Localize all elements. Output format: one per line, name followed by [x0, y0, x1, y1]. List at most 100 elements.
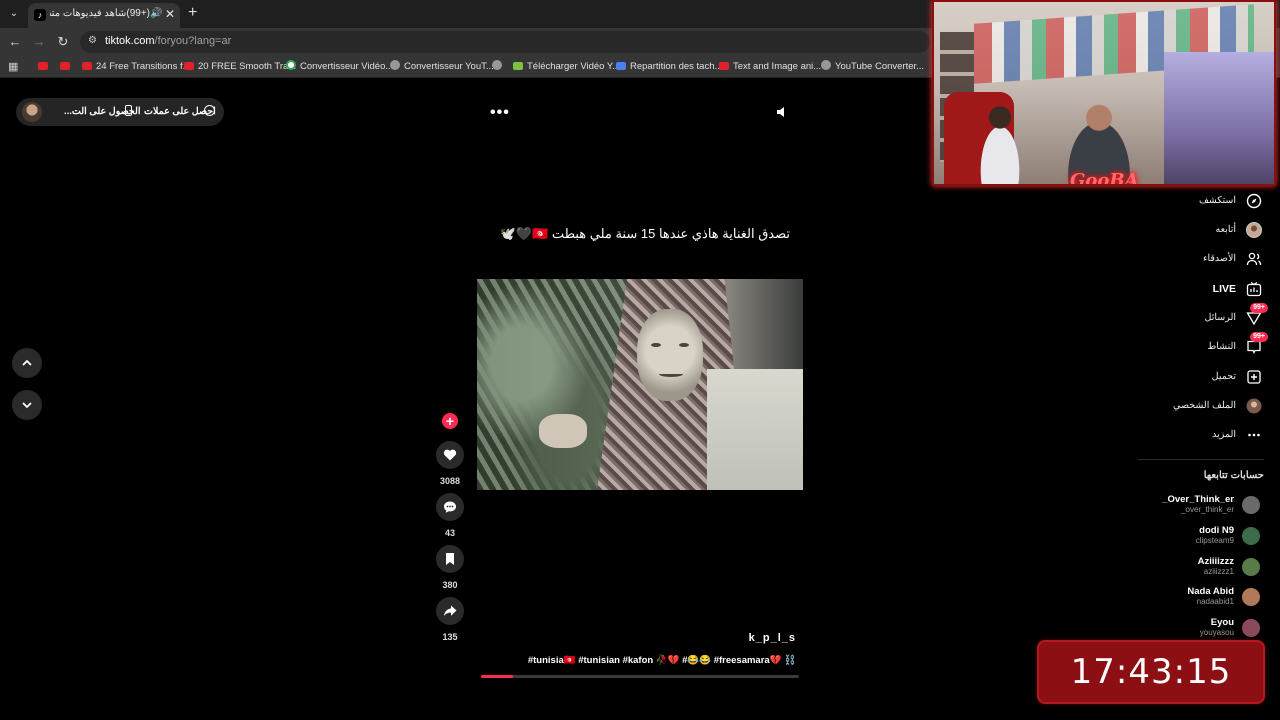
sidebar-item-profile[interactable]: الملف الشخصي: [1150, 396, 1270, 416]
sidebar-item-upload[interactable]: تحميل: [1150, 367, 1270, 387]
account-handle: aziiizzz1: [1203, 567, 1234, 576]
webcam-person: [970, 102, 1030, 184]
bookmark-item[interactable]: [60, 60, 74, 74]
site-icon: [390, 60, 400, 70]
avatar: [1242, 588, 1260, 606]
following-account[interactable]: dodi N9 clipsteam9: [1140, 525, 1266, 549]
tab-title: (+99)شاهد فيديوهات متصدر: [50, 8, 150, 19]
bookmark-item[interactable]: Convertisseur Vidéo...: [286, 60, 393, 74]
apps-grid-icon[interactable]: ▦: [8, 61, 20, 73]
avatar[interactable]: [22, 102, 42, 122]
bookmark-item[interactable]: 24 Free Transitions f...: [82, 60, 191, 74]
compass-icon: [1246, 193, 1262, 209]
sidebar-item-following[interactable]: أتابعه: [1150, 220, 1270, 240]
video-author[interactable]: k_p_l_s: [740, 632, 796, 644]
more-options-icon[interactable]: •••: [490, 104, 510, 122]
sidebar-item-label: الرسائل: [1204, 312, 1236, 323]
sidebar-item-label: النشاط: [1207, 341, 1236, 352]
sidebar-item-messages[interactable]: الرسائل 99+: [1150, 303, 1270, 328]
video-hand: [539, 414, 587, 448]
sidebar-item-label: أتابعه: [1215, 224, 1237, 235]
tab-search-chevron-icon[interactable]: ⌄: [6, 6, 22, 22]
avatar: [1242, 496, 1260, 514]
clock-time: 17:43:15: [1070, 652, 1232, 692]
video-player[interactable]: [477, 279, 803, 490]
forward-arrow-icon[interactable]: →: [31, 34, 47, 50]
get-app-coins-pill: الحصول على الت... احصل على عملات: [16, 98, 224, 126]
sidebar-item-label: المزيد: [1212, 429, 1236, 440]
live-icon: [1246, 281, 1262, 297]
account-name: _Over_Think_er: [1162, 494, 1234, 505]
following-account[interactable]: Aziiiizzz aziiizzz1: [1140, 556, 1266, 580]
follow-plus-button[interactable]: +: [442, 413, 458, 429]
chevron-down-icon: [22, 402, 32, 409]
bookmark-item[interactable]: YouTube Converter...: [821, 60, 924, 74]
video-hashtags[interactable]: #tunisia🇹🇳 #tunisian #kafon 🥀💔 #😂😂 #free…: [480, 655, 796, 666]
bookmark-item[interactable]: [492, 60, 506, 74]
friends-icon: [1246, 252, 1262, 266]
save-button[interactable]: [436, 545, 464, 573]
bookmark-item[interactable]: 20 FREE Smooth Tra...: [184, 60, 296, 74]
account-name: Eyou: [1210, 617, 1234, 628]
avatar: [1242, 619, 1260, 637]
bookmark-item[interactable]: [38, 60, 52, 74]
account-name: dodi N9: [1199, 525, 1234, 536]
avatar: [1242, 527, 1260, 545]
webcam-overlay: GooBA: [932, 0, 1276, 186]
notification-badge: 99+: [1250, 332, 1268, 342]
address-url[interactable]: tiktok.com/foryou?lang=ar: [105, 35, 231, 47]
previous-video-button[interactable]: [12, 348, 42, 378]
video-eye: [679, 343, 689, 347]
globe-icon: [492, 60, 502, 70]
download-icon: [513, 62, 523, 70]
like-button[interactable]: [436, 441, 464, 469]
reload-icon[interactable]: ↻: [55, 34, 71, 50]
site-info-icon[interactable]: ⚙: [88, 35, 100, 47]
video-mouth: [659, 371, 683, 377]
sidebar-item-more[interactable]: المزيد: [1150, 425, 1270, 445]
sidebar-item-label: الملف الشخصي: [1173, 400, 1236, 411]
following-account[interactable]: _Over_Think_er _over_think_er: [1140, 494, 1266, 518]
following-account[interactable]: Eyou youyasou: [1140, 617, 1266, 641]
comment-button[interactable]: [436, 493, 464, 521]
speaker-icon[interactable]: 🔊: [150, 8, 162, 19]
sidebar-item-activity[interactable]: النشاط 99+: [1150, 332, 1270, 357]
bookmark-icon: [446, 553, 454, 565]
webcam-shelf: [1164, 52, 1274, 184]
comment-icon: [444, 501, 456, 513]
tab-close-icon[interactable]: ✕: [165, 7, 175, 21]
address-bar[interactable]: ⚙ tiktok.com/foryou?lang=ar: [80, 31, 930, 53]
youtube-icon: [719, 62, 729, 70]
more-dots-icon: [1248, 433, 1260, 437]
share-count: 135: [442, 632, 458, 642]
bookmark-item[interactable]: Repartition des tach...: [616, 60, 722, 74]
streamer-logo: GooBA: [1070, 170, 1139, 186]
bookmark-item[interactable]: Télécharger Vidéo Y...: [513, 60, 620, 74]
new-tab-button[interactable]: +: [188, 4, 197, 22]
avatar-icon: [1246, 222, 1262, 238]
video-progress-bar[interactable]: [481, 675, 799, 678]
next-video-button[interactable]: [12, 390, 42, 420]
sidebar-item-friends[interactable]: الأصدقاء: [1150, 249, 1270, 269]
following-accounts-title: حسابات تتابعها: [1203, 470, 1264, 481]
sidebar-divider: [1138, 459, 1264, 460]
share-arrow-icon: [444, 605, 457, 616]
bookmark-item[interactable]: Text and Image ani...: [719, 60, 821, 74]
youtube-icon: [60, 62, 70, 70]
docs-icon: [616, 62, 626, 70]
browser-tab-tiktok[interactable]: ♪ (+99)شاهد فيديوهات متصدر 🔊 ✕: [28, 3, 180, 28]
following-account[interactable]: Nada Abid nadaabid1: [1140, 586, 1266, 610]
share-button[interactable]: [436, 597, 464, 625]
sidebar-item-live[interactable]: LIVE: [1150, 279, 1270, 299]
heart-icon: [443, 449, 457, 461]
sidebar-item-label: استكشف: [1198, 195, 1236, 206]
video-face: [637, 309, 703, 401]
account-name: Aziiiizzz: [1197, 556, 1234, 567]
back-arrow-icon[interactable]: ←: [7, 34, 23, 50]
video-caption: تصدق الغناية هاذي عندها 15 سنة ملي هبطت …: [499, 226, 790, 241]
youtube-icon: [184, 62, 194, 70]
sidebar-item-explore[interactable]: استكشف: [1150, 191, 1270, 211]
bookmark-item[interactable]: Convertisseur YouT...: [390, 60, 494, 74]
youtube-icon: [38, 62, 48, 70]
volume-icon[interactable]: [776, 106, 788, 118]
